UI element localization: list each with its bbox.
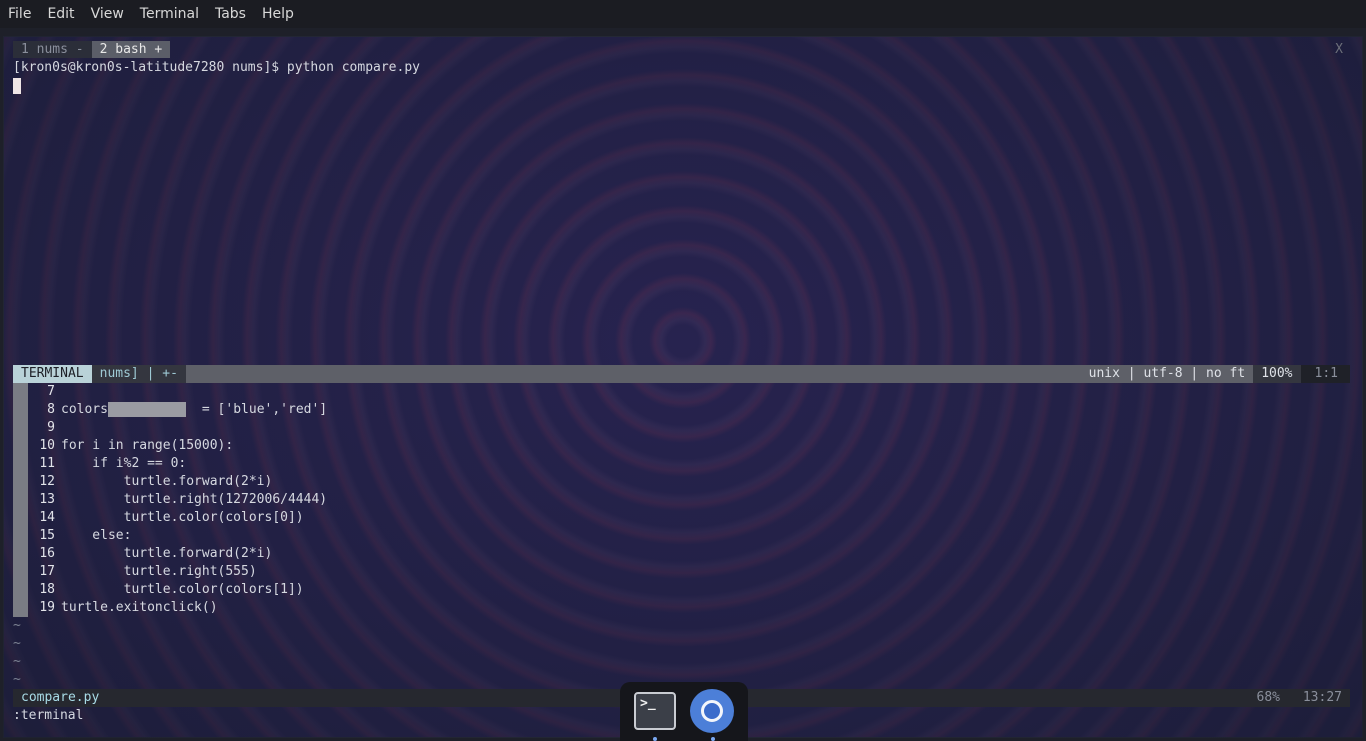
line-number: 12 <box>39 474 55 489</box>
statusline-fill <box>185 365 1081 383</box>
line-number: 18 <box>39 582 55 597</box>
line-number: 7 <box>47 384 55 399</box>
statusline-path: nums] | +- <box>91 365 186 383</box>
line-number: 19 <box>39 600 55 615</box>
mode-indicator: TERMINAL <box>13 365 92 383</box>
code-line[interactable]: colors = ['blue','red'] <box>61 401 327 419</box>
selection-highlight <box>107 402 187 417</box>
vim-statusline: TERMINAL nums] | +- unix | utf-8 | no ft… <box>13 365 1350 383</box>
line-number: 16 <box>39 546 55 561</box>
running-indicator <box>653 736 657 741</box>
menu-file[interactable]: File <box>0 0 39 28</box>
line-number: 14 <box>39 510 55 525</box>
statusline-encoding: unix | utf-8 | no ft <box>1080 365 1254 383</box>
shell-prompt-line: [kron0s@kron0s-latitude7280 nums]$ pytho… <box>13 60 420 75</box>
chromium-icon <box>690 688 734 733</box>
terminal-icon: >_ <box>634 691 676 730</box>
line-number: 8 <box>47 402 55 417</box>
line-number: 13 <box>39 492 55 507</box>
statusline-position: 1:1 <box>1300 365 1350 383</box>
menu-terminal[interactable]: Terminal <box>132 0 207 28</box>
tab-nums[interactable]: 1 nums - <box>13 41 92 58</box>
code-line[interactable]: for i in range(15000): <box>61 437 233 455</box>
terminal-window[interactable]: 1 nums - 2 bash + X [kron0s@kron0s-latit… <box>3 36 1363 738</box>
code-line[interactable]: if i%2 == 0: <box>61 455 186 473</box>
code-line[interactable]: turtle.color(colors[1]) <box>61 581 304 599</box>
close-tab-button[interactable]: X <box>1335 42 1343 57</box>
dock-terminal[interactable]: >_ <box>632 689 678 741</box>
empty-line-marker: ~ <box>13 654 21 669</box>
empty-line-marker: ~ <box>13 636 21 651</box>
menu-edit[interactable]: Edit <box>39 0 82 28</box>
empty-line-marker: ~ <box>13 672 21 687</box>
code-line[interactable]: turtle.right(555) <box>61 563 257 581</box>
code-line[interactable]: turtle.forward(2*i) <box>61 545 273 563</box>
chromium-icon-center <box>701 699 723 722</box>
menu-help[interactable]: Help <box>254 0 302 28</box>
code-line[interactable]: turtle.color(colors[0]) <box>61 509 304 527</box>
code-line[interactable]: else: <box>61 527 131 545</box>
line-number: 17 <box>39 564 55 579</box>
statusline-percent: 100% <box>1253 365 1301 383</box>
dock: >_ <box>620 682 748 741</box>
menu-bar: File Edit View Terminal Tabs Help <box>0 0 1366 28</box>
tab-bar: 1 nums - 2 bash + <box>13 41 171 58</box>
line-number: 15 <box>39 528 55 543</box>
tab-bash[interactable]: 2 bash + <box>91 41 171 58</box>
buffer-filename: compare.py <box>21 690 100 705</box>
code-line[interactable]: turtle.forward(2*i) <box>61 473 273 491</box>
text-cursor <box>13 77 21 94</box>
shell-cursor-line[interactable] <box>13 77 21 95</box>
menu-view[interactable]: View <box>83 0 132 28</box>
sign-column <box>13 383 28 617</box>
line-number: 11 <box>39 456 55 471</box>
dock-chromium[interactable] <box>690 688 736 741</box>
code-token: colors <box>61 402 108 417</box>
command-line[interactable]: :terminal <box>13 707 83 725</box>
empty-line-marker: ~ <box>13 618 21 633</box>
code-line[interactable]: turtle.exitonclick() <box>61 599 218 617</box>
code-line[interactable]: turtle.right(1272006/4444) <box>61 491 328 509</box>
code-token: = ['blue','red'] <box>186 402 328 417</box>
menu-tabs[interactable]: Tabs <box>207 0 254 28</box>
buffer-position: 13:27 <box>1302 690 1342 705</box>
buffer-percent: 68% <box>1256 690 1280 705</box>
line-number: 10 <box>39 438 55 453</box>
running-indicator <box>711 736 715 741</box>
line-number: 9 <box>47 420 55 435</box>
